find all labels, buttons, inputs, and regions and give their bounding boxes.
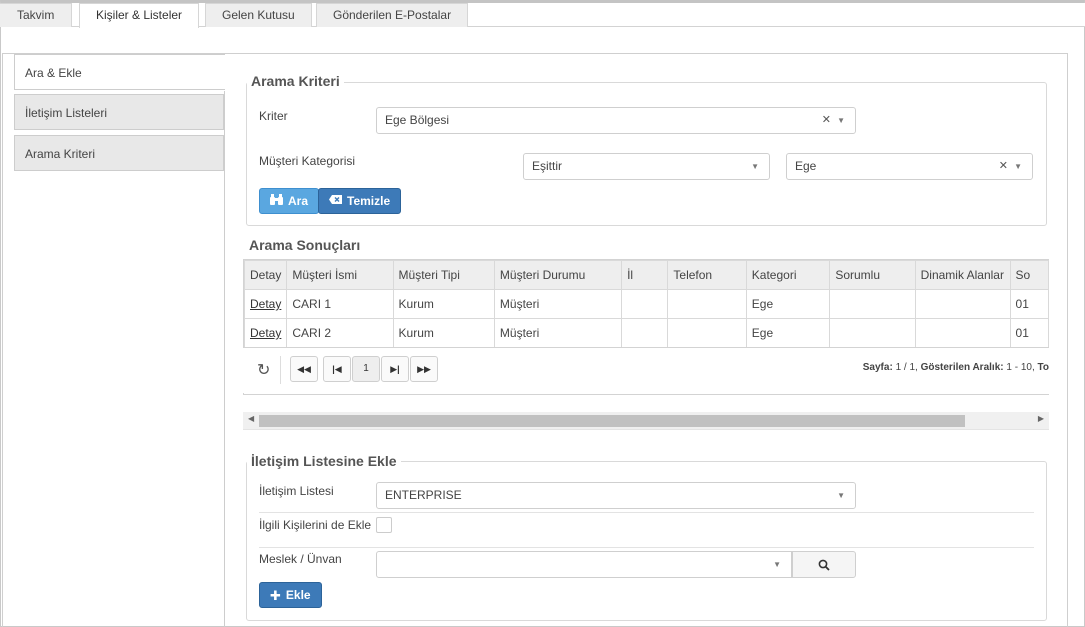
meslek-unvan-select[interactable]: ▼ xyxy=(376,551,792,578)
related-contacts-label: İlgili Kişilerini de Ekle xyxy=(259,518,372,532)
range-value: 1 - 10, xyxy=(1006,362,1035,373)
current-page-input[interactable]: 1 xyxy=(352,356,380,382)
criteria-legend: Arama Kriteri xyxy=(247,73,344,89)
table-cell: Müşteri xyxy=(493,318,623,348)
pager: ↻ ◀◀ |◀ 1 ▶| ▶▶ Sayfa: 1 / 1, Gösterilen… xyxy=(243,347,1049,393)
musteri-kategorisi-label: Müşteri Kategorisi xyxy=(259,154,356,168)
page-label: Sayfa: xyxy=(862,362,893,373)
kriter-value: Ege Bölgesi xyxy=(385,113,450,127)
page-value: 1 / 1, xyxy=(895,362,918,373)
tab-gonderilen-epostalar[interactable]: Gönderilen E-Postalar xyxy=(316,3,469,27)
table-cell: Ege xyxy=(745,289,831,319)
table-cell xyxy=(621,289,669,319)
meslek-unvan-label: Meslek / Ünvan xyxy=(259,552,342,566)
column-header[interactable]: Sorumlu xyxy=(829,260,916,290)
table-cell xyxy=(667,318,747,348)
column-header[interactable]: So xyxy=(1009,260,1049,290)
table-cell xyxy=(914,289,1011,319)
chevron-down-icon[interactable]: ▼ xyxy=(1014,154,1022,179)
pager-divider xyxy=(280,356,281,384)
chevron-down-icon[interactable]: ▼ xyxy=(837,108,845,133)
table-row: Detay CARI 2 Kurum Müşteri Ege 01 xyxy=(244,318,1049,348)
table-cell: CARI 2 xyxy=(286,318,394,348)
add-button[interactable]: ✚ Ekle xyxy=(259,582,322,608)
operator-select[interactable]: Eşittir ▼ xyxy=(523,153,770,180)
scroll-right-icon[interactable]: ▶ xyxy=(1038,414,1044,423)
clear-button[interactable]: Temizle xyxy=(318,188,402,214)
table-cell: Müşteri xyxy=(493,289,623,319)
refresh-icon[interactable]: ↻ xyxy=(257,360,270,380)
column-header[interactable]: İl xyxy=(621,260,669,290)
clear-icon[interactable]: ✕ xyxy=(822,108,831,133)
table-cell: Kurum xyxy=(392,289,495,319)
column-header[interactable]: Kategori xyxy=(745,260,831,290)
table-cell xyxy=(829,318,916,348)
meslek-search-button[interactable] xyxy=(792,551,856,578)
sidebar-item-arama-kriteri[interactable]: Arama Kriteri xyxy=(14,135,224,171)
tab-gelen-kutusu[interactable]: Gelen Kutusu xyxy=(205,3,312,27)
tab-kisiler-listeler[interactable]: Kişiler & Listeler xyxy=(79,3,200,28)
tab-takvim[interactable]: Takvim xyxy=(0,3,73,27)
prev-page-button[interactable]: |◀ xyxy=(323,356,351,382)
range-label: Gösterilen Aralık: xyxy=(920,362,1004,373)
column-header[interactable]: Müşteri Durumu xyxy=(493,260,623,290)
iletisim-listesi-value: ENTERPRISE xyxy=(385,488,462,502)
related-contacts-checkbox[interactable] xyxy=(376,517,392,533)
table-cell xyxy=(829,289,916,319)
column-header[interactable]: Telefon xyxy=(667,260,747,290)
top-tab-bar: Takvim Kişiler & Listeler Gelen Kutusu G… xyxy=(0,3,1085,28)
search-button-label: Ara xyxy=(288,194,309,208)
table-cell: 01 xyxy=(1009,318,1049,348)
column-header[interactable]: Dinamik Alanlar xyxy=(914,260,1011,290)
column-header[interactable]: Müşteri İsmi xyxy=(286,260,394,290)
chevron-down-icon[interactable]: ▼ xyxy=(773,552,781,577)
divider xyxy=(259,512,1034,513)
divider xyxy=(259,547,1034,548)
iletisim-listesi-label: İletişim Listesi xyxy=(259,484,334,498)
detail-link[interactable]: Detay xyxy=(244,289,288,319)
scrollbar-thumb[interactable] xyxy=(259,415,965,427)
iletisim-listesi-select[interactable]: ENTERPRISE ▼ xyxy=(376,482,856,509)
scroll-left-icon[interactable]: ◀ xyxy=(248,414,254,423)
first-page-button[interactable]: ◀◀ xyxy=(290,356,318,382)
sidebar-item-iletisim-listeleri[interactable]: İletişim Listeleri xyxy=(14,94,224,130)
chevron-down-icon[interactable]: ▼ xyxy=(751,154,759,179)
table-cell xyxy=(667,289,747,319)
table-cell xyxy=(621,318,669,348)
total-label: To xyxy=(1037,362,1049,373)
operator-value: Eşittir xyxy=(532,159,562,173)
clear-icon[interactable]: ✕ xyxy=(999,154,1008,179)
table-row: Detay CARI 1 Kurum Müşteri Ege 01 xyxy=(244,289,1049,319)
kategori-value: Ege xyxy=(795,159,817,173)
eraser-icon xyxy=(329,195,342,207)
column-header[interactable]: Detay xyxy=(244,260,288,290)
binoculars-icon xyxy=(270,194,283,208)
pager-info: Sayfa: 1 / 1, Gösterilen Aralık: 1 - 10,… xyxy=(863,362,1049,373)
kriter-label: Kriter xyxy=(259,109,288,123)
chevron-down-icon[interactable]: ▼ xyxy=(837,483,845,508)
table-cell: Kurum xyxy=(392,318,495,348)
next-page-button[interactable]: ▶| xyxy=(381,356,409,382)
column-header[interactable]: Müşteri Tipi xyxy=(392,260,495,290)
table-header-row: Detay Müşteri İsmi Müşteri Tipi Müşteri … xyxy=(244,260,1049,290)
kategori-select[interactable]: Ege ✕ ▼ xyxy=(786,153,1033,180)
search-button[interactable]: Ara xyxy=(259,188,320,214)
detail-link[interactable]: Detay xyxy=(244,318,288,348)
table-cell: CARI 1 xyxy=(286,289,394,319)
add-button-label: Ekle xyxy=(285,588,311,602)
horizontal-scrollbar[interactable]: ◀ ▶ xyxy=(243,412,1049,430)
sidebar-divider xyxy=(224,91,225,627)
table-cell: 01 xyxy=(1009,289,1049,319)
add-list-legend: İletişim Listesine Ekle xyxy=(247,453,401,469)
last-page-button[interactable]: ▶▶ xyxy=(410,356,438,382)
plus-icon: ✚ xyxy=(270,587,281,603)
search-icon xyxy=(818,559,830,571)
sidebar-item-ara-ekle[interactable]: Ara & Ekle xyxy=(14,54,225,90)
table-cell: Ege xyxy=(745,318,831,348)
table-cell xyxy=(914,318,1011,348)
kriter-select[interactable]: Ege Bölgesi ✕ ▼ xyxy=(376,107,856,134)
clear-button-label: Temizle xyxy=(347,194,391,208)
results-title: Arama Sonuçları xyxy=(249,237,361,253)
